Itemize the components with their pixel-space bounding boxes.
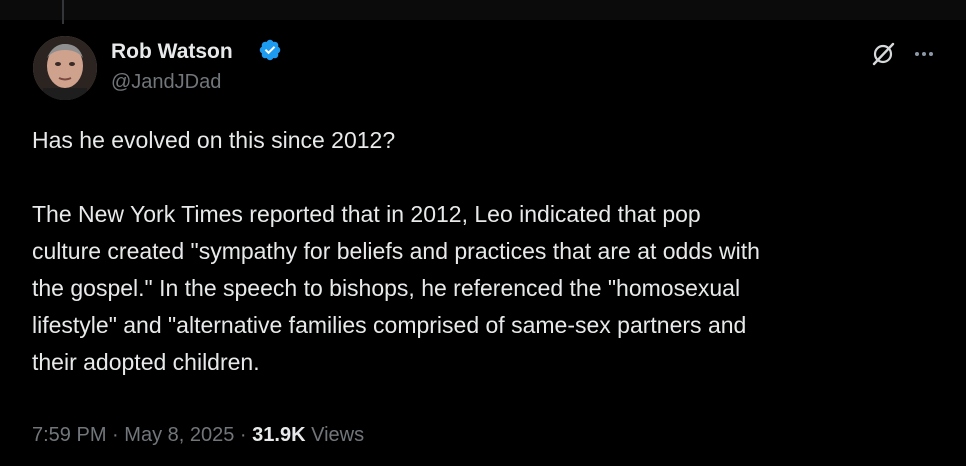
author-display-name[interactable]: Rob Watson <box>111 40 233 64</box>
dot <box>922 52 926 56</box>
views-count[interactable]: 31.9K <box>252 424 305 446</box>
tweet-line: The New York Times reported that in 2012… <box>32 201 701 227</box>
avatar[interactable] <box>33 36 97 100</box>
tweet-paragraph-1: Has he evolved on this since 2012? <box>32 127 396 153</box>
tweet-paragraph-2: The New York Times reported that in 2012… <box>32 196 952 381</box>
tweet-line: culture created "sympathy for beliefs an… <box>32 238 760 264</box>
dot <box>915 52 919 56</box>
verified-badge-icon[interactable] <box>258 38 282 62</box>
previous-tweet-strip <box>0 0 966 20</box>
tweet-time[interactable]: 7:59 PM <box>32 424 106 446</box>
tweet-line: lifestyle" and "alternative families com… <box>32 312 747 338</box>
tweet-metadata: 7:59 PM · May 8, 2025 · 31.9K Views <box>32 424 364 447</box>
tweet-line: their adopted children. <box>32 349 260 375</box>
thread-connector-line <box>62 0 64 24</box>
grok-icon[interactable] <box>869 40 897 68</box>
separator: · <box>239 424 247 446</box>
separator: · <box>112 424 119 446</box>
views-label: Views <box>311 424 365 446</box>
dot <box>929 52 933 56</box>
tweet-line: the gospel." In the speech to bishops, h… <box>32 275 741 301</box>
avatar-image <box>33 36 97 100</box>
tweet-date[interactable]: May 8, 2025 <box>124 424 234 446</box>
author-handle[interactable]: @JandJDad <box>111 71 221 94</box>
more-options-icon[interactable] <box>910 40 938 68</box>
tweet-text: Has he evolved on this since 2012? The N… <box>32 122 952 381</box>
